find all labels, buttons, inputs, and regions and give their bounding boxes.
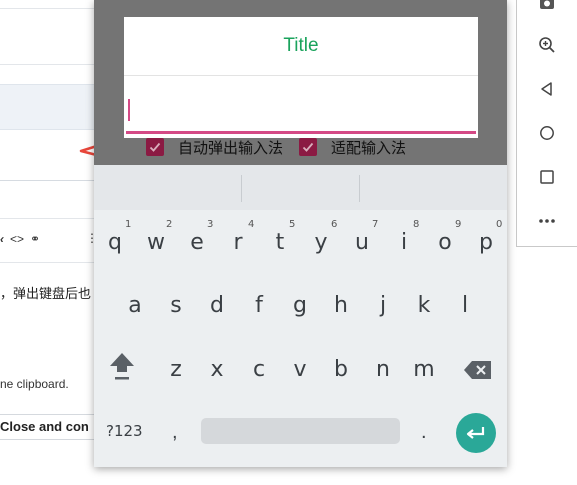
- key-z[interactable]: z: [156, 349, 196, 391]
- adapt-ime-checkbox[interactable]: [299, 138, 318, 156]
- back-icon[interactable]: [517, 74, 577, 104]
- key-n[interactable]: n: [363, 349, 403, 391]
- key-s[interactable]: s: [156, 285, 196, 327]
- symbols-key[interactable]: ?123: [106, 422, 143, 440]
- key-x[interactable]: x: [197, 349, 237, 391]
- enter-icon: [466, 427, 485, 439]
- options-row: 自动弹出输入法 适配输入法: [146, 136, 412, 158]
- shift-icon: [110, 353, 134, 380]
- overview-icon[interactable]: [517, 162, 577, 192]
- key-hint: 2: [166, 219, 173, 230]
- italic-icon[interactable]: ‹: [0, 232, 4, 246]
- clipboard-text: ne clipboard.: [0, 377, 69, 391]
- key-hint: 6: [331, 219, 338, 230]
- more-icon[interactable]: [517, 206, 577, 236]
- editor-toolbar: ‹ <> ⚭: [0, 229, 40, 249]
- key-hint: 3: [207, 219, 214, 230]
- text-cursor: [128, 99, 130, 121]
- key-b[interactable]: b: [321, 349, 361, 391]
- soft-keyboard: q w e r t y u i o p 1 2 3 4 5 6 7 8 9 0 …: [94, 165, 507, 467]
- link-icon[interactable]: ⚭: [30, 232, 40, 246]
- period-key[interactable]: .: [421, 421, 427, 444]
- suggestion-divider: [359, 175, 360, 202]
- comma-key[interactable]: ,: [172, 421, 178, 444]
- check-icon: [302, 142, 314, 152]
- zoom-in-icon[interactable]: [517, 30, 577, 60]
- dialog-title: Title: [283, 35, 319, 56]
- dialog: Title: [124, 17, 478, 138]
- key-l[interactable]: l: [445, 285, 485, 327]
- space-key[interactable]: [201, 418, 400, 444]
- key-c[interactable]: c: [239, 349, 279, 391]
- auto-popup-ime-label: 自动弹出输入法: [178, 139, 284, 157]
- auto-popup-ime-checkbox[interactable]: [146, 138, 164, 156]
- key-m[interactable]: m: [404, 349, 444, 391]
- dialog-text-input[interactable]: [126, 77, 476, 134]
- key-h[interactable]: h: [321, 285, 361, 327]
- key-hint: 1: [125, 219, 132, 230]
- emulator-screen: Title 自动弹出输入法 适配输入法 q w e r t y u i o p …: [94, 0, 507, 467]
- key-a[interactable]: a: [115, 285, 155, 327]
- backspace-key[interactable]: [458, 349, 498, 391]
- key-hint: 4: [248, 219, 255, 230]
- editor-text: ，弹出键盘后也: [0, 286, 92, 301]
- check-icon: [149, 142, 161, 152]
- adapt-ime-label: 适配输入法: [331, 139, 407, 157]
- key-k[interactable]: k: [404, 285, 444, 327]
- home-icon[interactable]: [517, 118, 577, 148]
- enter-key[interactable]: [456, 413, 496, 453]
- key-hint: 5: [289, 219, 296, 230]
- camera-icon[interactable]: [517, 0, 577, 18]
- key-f[interactable]: f: [239, 285, 279, 327]
- key-hint: 8: [413, 219, 420, 230]
- key-hint: 7: [372, 219, 379, 230]
- suggestion-strip: [94, 165, 507, 210]
- code-icon[interactable]: <>: [10, 232, 24, 246]
- key-d[interactable]: d: [197, 285, 237, 327]
- shift-key[interactable]: [102, 349, 142, 391]
- key-v[interactable]: v: [280, 349, 320, 391]
- key-g[interactable]: g: [280, 285, 320, 327]
- suggestion-divider: [241, 175, 242, 202]
- backspace-icon: [464, 361, 491, 379]
- key-hint: 9: [455, 219, 462, 230]
- dialog-divider: [124, 75, 478, 76]
- key-j[interactable]: j: [363, 285, 403, 327]
- emulator-side-toolbar: [516, 0, 577, 247]
- key-hint: 0: [496, 219, 503, 230]
